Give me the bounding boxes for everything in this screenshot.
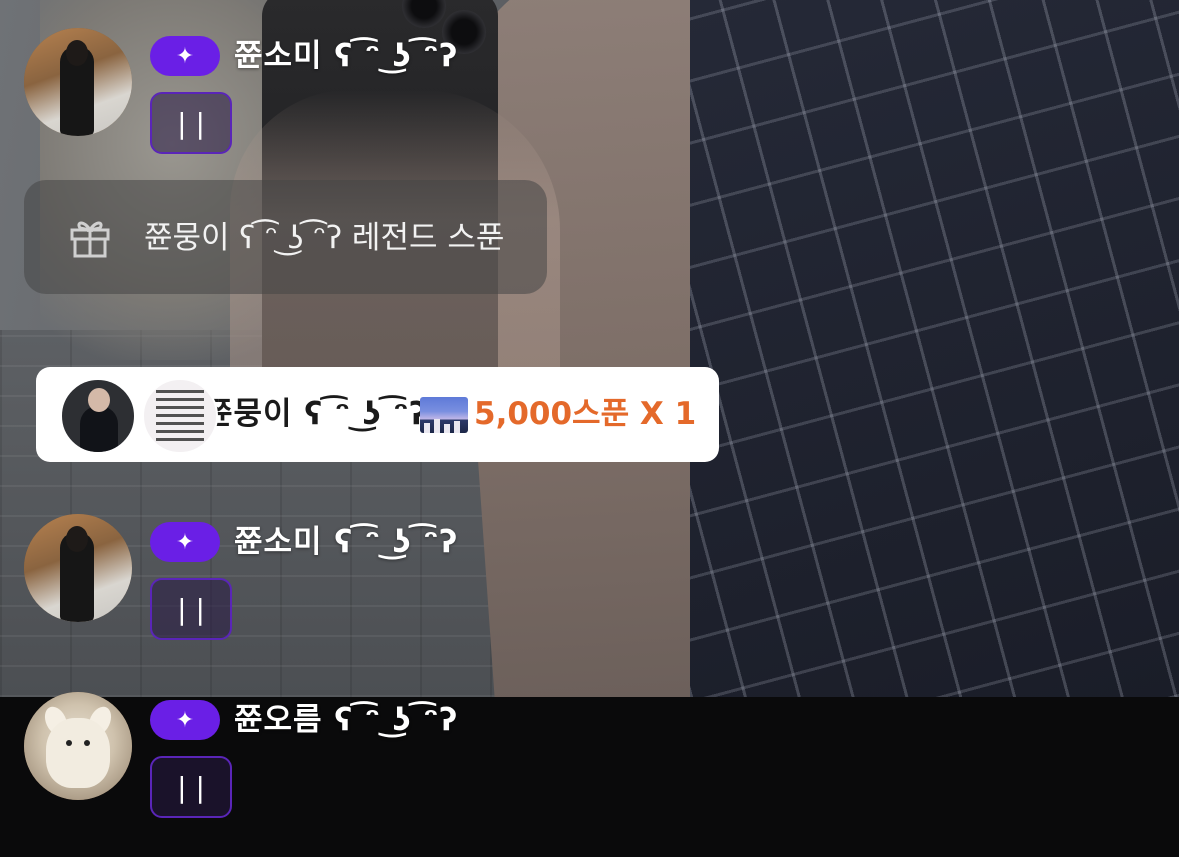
background-plaid-shirt <box>690 0 1179 697</box>
camera-lens-icon <box>402 0 446 28</box>
avatar[interactable] <box>24 514 132 622</box>
chat-bubble: | | <box>150 756 232 818</box>
sparkle-icon: ✦ <box>150 700 220 740</box>
chat-username[interactable]: 쮼소미 ʕ ͡ᵔ ͜ʖ ͡ᵔʔ <box>234 522 458 562</box>
chat-bubble: | | <box>150 578 232 640</box>
chat-username[interactable]: 쮼오름 ʕ ͡ᵔ ͜ʖ ͡ᵔʔ <box>234 700 458 740</box>
legend-spoon-banner: 쮼뭉이 ʕ ͡ᵔ ͜ʖ ͡ᵔʔ 레전드 스푼 <box>24 180 547 294</box>
chat-username[interactable]: 쮼소미 ʕ ͡ᵔ ͜ʖ ͡ᵔʔ <box>234 36 458 76</box>
chat-bubble: | | <box>150 92 232 154</box>
gift-icon <box>70 221 110 258</box>
sparkle-icon: ✦ <box>150 522 220 562</box>
city-night-sticker-icon <box>420 397 468 433</box>
gift-notification-card: 쮼뭉이 ʕ ͡ᵔ ͜ʖ ͡ᵔʔ 5,000스푼 X 1 <box>36 367 719 462</box>
sender-avatar[interactable] <box>60 378 136 454</box>
sparkle-icon: ✦ <box>150 36 220 76</box>
legend-banner-text: 쮼뭉이 ʕ ͡ᵔ ͜ʖ ͡ᵔʔ 레전드 스푼 <box>144 220 505 256</box>
avatar[interactable] <box>24 28 132 136</box>
avatar[interactable] <box>24 692 132 800</box>
gift-sender-name: 쮼뭉이 ʕ ͡ᵔ ͜ʖ ͡ᵔʔ <box>204 396 429 432</box>
recipient-avatar[interactable] <box>142 378 218 454</box>
gift-amount: 5,000스푼 X 1 <box>474 396 697 432</box>
